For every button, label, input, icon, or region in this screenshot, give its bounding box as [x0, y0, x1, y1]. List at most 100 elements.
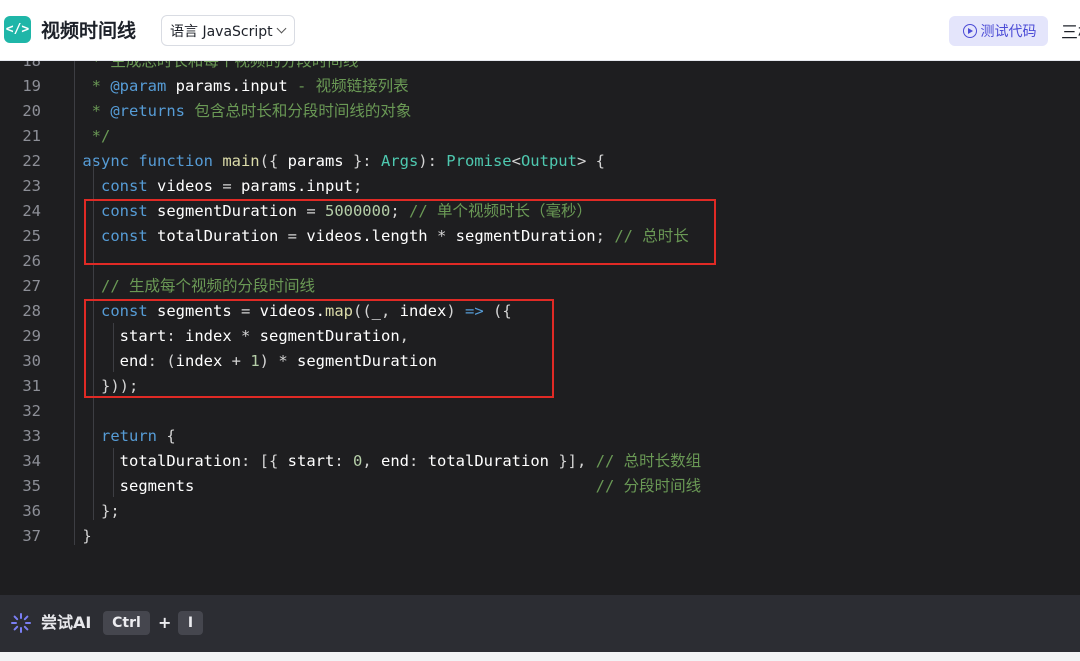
code-token: ;	[352, 177, 363, 195]
line-number: 20	[22, 102, 41, 120]
code-token: }],	[549, 452, 596, 470]
line-number: 36	[22, 502, 41, 520]
line-number: 32	[22, 402, 41, 420]
code-token: :	[409, 452, 428, 470]
chevron-down-icon	[276, 23, 287, 34]
code-token: ):	[418, 152, 447, 170]
plus-sign: +	[158, 613, 172, 632]
code-editor[interactable]: 37 } 36 }; 35 segments // 分段时间线 34 totalDur…	[0, 61, 1080, 595]
page-title: 视频时间线	[41, 20, 137, 42]
code-text: totalDuration: [{ start: 0, end: totalDu…	[73, 449, 702, 474]
indent-guide	[74, 61, 75, 545]
highlight-box-segments	[84, 299, 554, 398]
code-line[interactable]: 34 totalDuration: [{ start: 0, end: tota…	[0, 449, 1080, 474]
line-number: 27	[22, 277, 41, 295]
code-token: ,	[362, 452, 382, 470]
code-token: Args	[380, 152, 419, 170]
code-token: =	[213, 177, 241, 195]
test-code-label: 测试代码	[980, 24, 1037, 40]
code-token: <	[511, 152, 521, 170]
try-ai-label[interactable]: 尝试AI	[41, 611, 91, 635]
i-key-badge: I	[178, 611, 203, 635]
line-number: 31	[22, 377, 41, 395]
code-text: // 生成每个视频的分段时间线	[73, 274, 315, 299]
code-text: }	[73, 524, 91, 549]
line-number: 25	[22, 227, 41, 245]
code-line[interactable]: 19 * @param params.input - 视频链接列表	[0, 74, 1080, 99]
code-token: // 分段时间线	[595, 477, 702, 495]
code-token: ({	[259, 152, 288, 170]
code-token: @returns	[110, 102, 185, 120]
code-token: // 总时长数组	[595, 452, 702, 470]
code-token: 包含总时长和分段时间线的对象	[184, 102, 412, 120]
code-token: *	[73, 77, 111, 95]
code-token: // 生成每个视频的分段时间线	[73, 277, 315, 295]
code-token: Output	[520, 152, 577, 170]
code-token: start	[287, 452, 335, 470]
line-number: 29	[22, 327, 41, 345]
code-token: return	[73, 427, 167, 445]
code-token: 0	[353, 452, 363, 470]
footer-strip	[0, 652, 1080, 661]
code-text: * 生成总时长和每个视频的分段时间线	[73, 61, 359, 74]
code-token: totalDuration	[427, 452, 550, 470]
code-text: return {	[73, 424, 176, 449]
top-bar: </> 视频时间线 语言 JavaScript 测试代码 三档	[0, 0, 1080, 61]
code-line[interactable]: 18 * 生成总时长和每个视频的分段时间线	[0, 61, 1080, 74]
line-number: 33	[22, 427, 41, 445]
code-token: * 生成总时长和每个视频的分段时间线	[73, 61, 359, 70]
ctrl-key-badge: Ctrl	[103, 611, 150, 635]
code-token: params.input	[175, 77, 288, 95]
code-token: *	[73, 102, 111, 120]
code-token: async function	[73, 152, 223, 170]
code-token: - 视频链接列表	[287, 77, 409, 95]
line-number: 23	[22, 177, 41, 195]
line-number: 37	[22, 527, 41, 545]
indent-guide	[113, 448, 114, 497]
ai-assist-bar: 尝试AI Ctrl + I	[0, 595, 1080, 652]
code-line[interactable]: 23 const videos = params.input;	[0, 174, 1080, 199]
line-number: 30	[22, 352, 41, 370]
line-number: 19	[22, 77, 41, 95]
code-line[interactable]: 22 async function main({ params }: Args)…	[0, 149, 1080, 174]
code-line[interactable]: 21 */	[0, 124, 1080, 149]
code-token: videos	[157, 177, 213, 195]
code-line[interactable]: 20 * @returns 包含总时长和分段时间线的对象	[0, 99, 1080, 124]
language-select-label: 语言 JavaScript	[170, 23, 273, 40]
code-line[interactable]: 36 };	[0, 499, 1080, 524]
code-token: {	[166, 427, 176, 445]
code-line[interactable]: 27 // 生成每个视频的分段时间线	[0, 274, 1080, 299]
code-token: params	[287, 152, 344, 170]
test-code-button[interactable]: 测试代码	[949, 16, 1048, 46]
line-number: 26	[22, 252, 41, 270]
language-select[interactable]: 语言 JavaScript	[161, 15, 295, 46]
code-line[interactable]: 37 }	[0, 524, 1080, 549]
code-text: * @returns 包含总时长和分段时间线的对象	[73, 99, 412, 124]
code-token: */	[73, 127, 111, 145]
code-token: > {	[576, 152, 605, 170]
code-token: : [{	[240, 452, 288, 470]
code-token: };	[73, 502, 120, 520]
code-line[interactable]: 32	[0, 399, 1080, 424]
code-token: Promise	[446, 152, 512, 170]
code-token: segments	[73, 477, 195, 495]
code-text: * @param params.input - 视频链接列表	[73, 74, 409, 99]
code-line[interactable]: 35 segments // 分段时间线	[0, 474, 1080, 499]
play-circle-icon	[962, 24, 977, 38]
code-token: const	[73, 177, 157, 195]
highlight-box-duration	[84, 199, 716, 265]
more-menu-label[interactable]: 三档	[1061, 18, 1080, 43]
code-token: :	[334, 452, 353, 470]
code-token: totalDuration	[73, 452, 241, 470]
code-token: @param	[110, 77, 167, 95]
sparkle-icon	[11, 613, 31, 633]
line-number: 28	[22, 302, 41, 320]
code-line[interactable]: 33 return {	[0, 424, 1080, 449]
code-text: segments // 分段时间线	[73, 474, 701, 499]
code-logo-icon: </>	[4, 16, 31, 43]
code-token: }:	[343, 152, 381, 170]
line-number: 34	[22, 452, 41, 470]
line-number: 35	[22, 477, 41, 495]
line-number: 24	[22, 202, 41, 220]
